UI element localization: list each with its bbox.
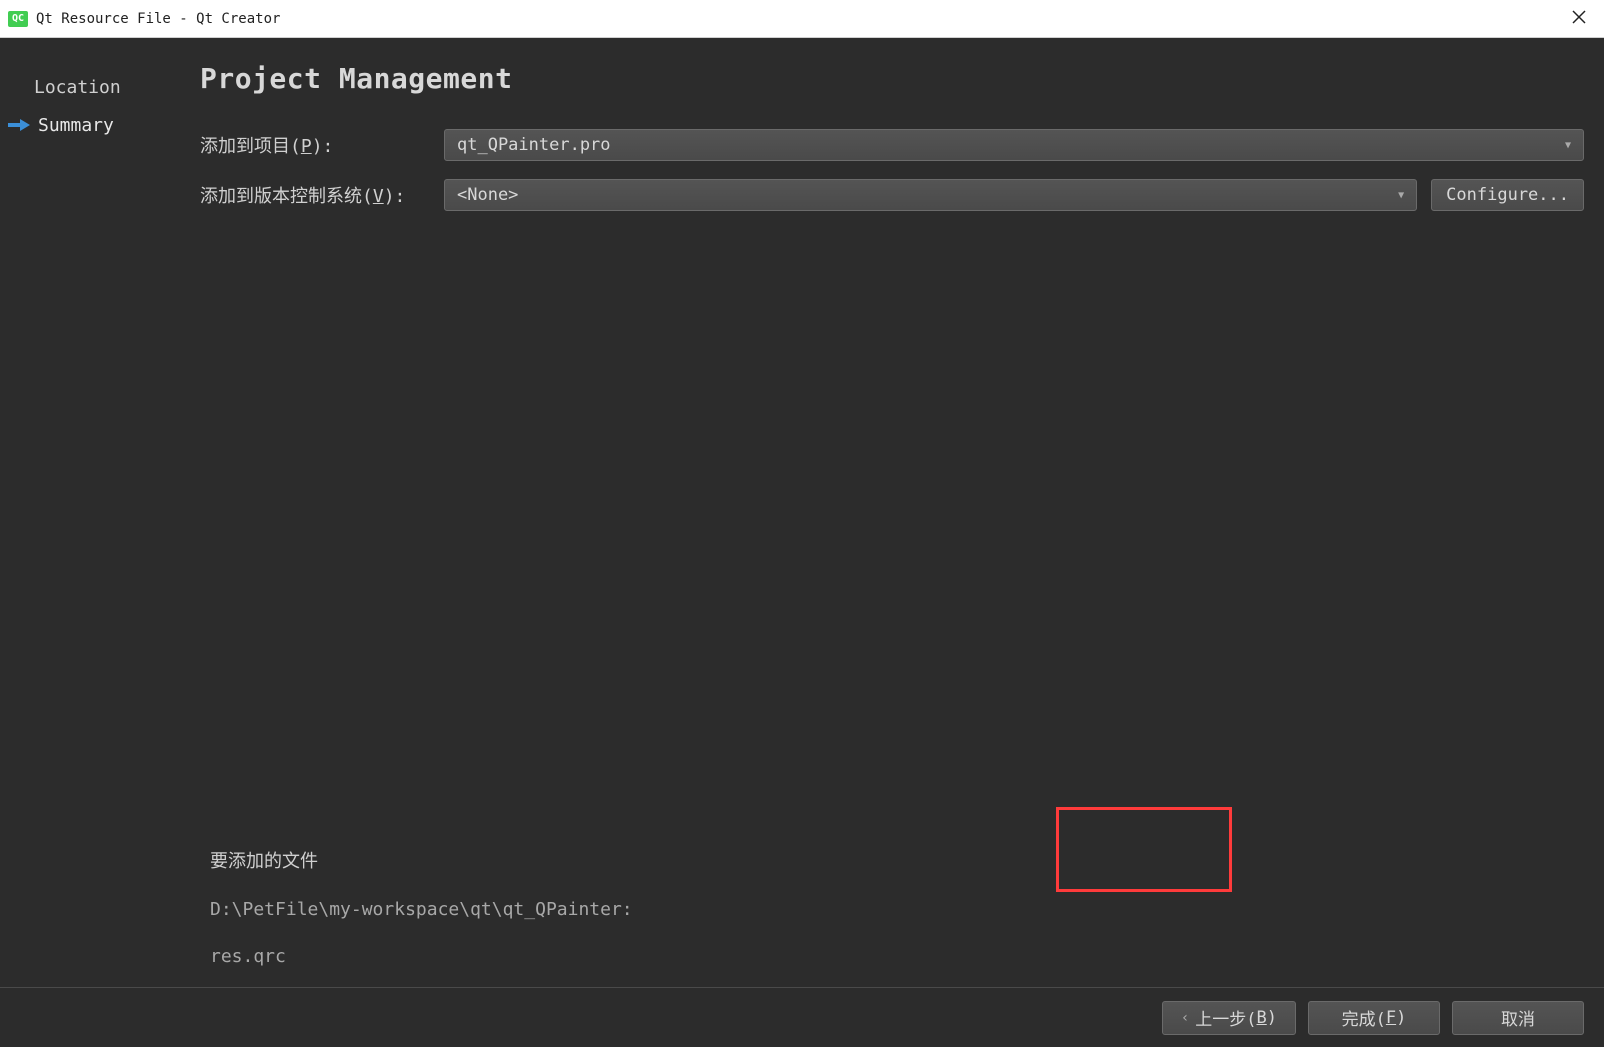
sidebar-item-location[interactable]: Location xyxy=(34,68,200,106)
project-label: 添加到项目(P): xyxy=(200,132,430,158)
sidebar-item-label: Summary xyxy=(38,115,114,136)
vcs-combo[interactable]: <None> ▼ xyxy=(444,179,1417,211)
titlebar-left: QC Qt Resource File - Qt Creator xyxy=(8,11,280,27)
files-heading: 要添加的文件 xyxy=(210,847,633,873)
files-path: D:\PetFile\my-workspace\qt\qt_QPainter: xyxy=(210,899,633,920)
project-combo-value: qt_QPainter.pro xyxy=(457,135,611,155)
project-combo[interactable]: qt_QPainter.pro ▼ xyxy=(444,129,1584,161)
finish-button[interactable]: 完成(F) xyxy=(1308,1001,1440,1035)
main-area: Location Summary Project Management 添加到项… xyxy=(0,38,1604,987)
configure-button[interactable]: Configure... xyxy=(1431,179,1584,211)
page-title: Project Management xyxy=(200,62,1584,95)
chevron-down-icon: ▼ xyxy=(1398,190,1404,201)
sidebar-item-summary[interactable]: Summary xyxy=(34,106,200,144)
files-name: res.qrc xyxy=(210,946,633,967)
content: Project Management 添加到项目(P): qt_QPainter… xyxy=(200,38,1604,987)
form-row-vcs: 添加到版本控制系统(V): <None> ▼ Configure... xyxy=(200,179,1584,211)
sidebar-item-label: Location xyxy=(34,77,121,98)
back-button[interactable]: ‹ 上一步(B) xyxy=(1162,1001,1296,1035)
form-row-project: 添加到项目(P): qt_QPainter.pro ▼ xyxy=(200,129,1584,161)
titlebar: QC Qt Resource File - Qt Creator xyxy=(0,0,1604,38)
qt-icon: QC xyxy=(8,11,28,27)
arrow-right-icon xyxy=(8,118,30,132)
cancel-button[interactable]: 取消 xyxy=(1452,1001,1584,1035)
close-icon[interactable] xyxy=(1568,8,1590,29)
sidebar: Location Summary xyxy=(0,38,200,987)
files-section: 要添加的文件 D:\PetFile\my-workspace\qt\qt_QPa… xyxy=(210,847,633,967)
bottom-bar: ‹ 上一步(B) 完成(F) 取消 xyxy=(0,987,1604,1047)
chevron-left-icon: ‹ xyxy=(1181,1010,1189,1026)
vcs-combo-value: <None> xyxy=(457,185,518,205)
chevron-down-icon: ▼ xyxy=(1565,140,1571,151)
window-title: Qt Resource File - Qt Creator xyxy=(36,11,280,27)
vcs-label: 添加到版本控制系统(V): xyxy=(200,182,430,208)
